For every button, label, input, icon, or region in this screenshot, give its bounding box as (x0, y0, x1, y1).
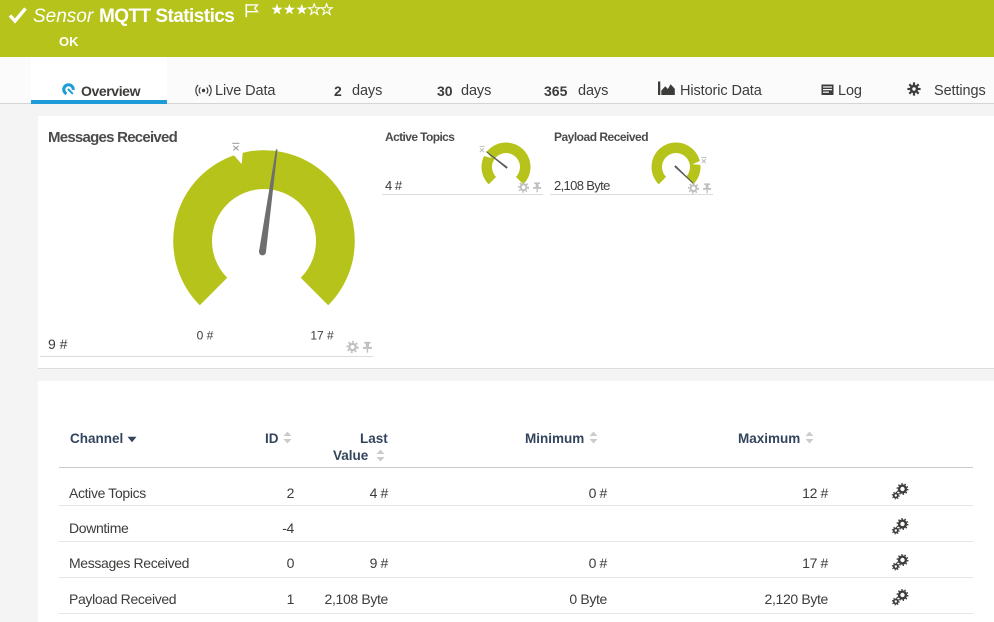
svg-text:17 #: 17 # (310, 329, 334, 343)
svg-text:0 #: 0 # (197, 329, 214, 343)
